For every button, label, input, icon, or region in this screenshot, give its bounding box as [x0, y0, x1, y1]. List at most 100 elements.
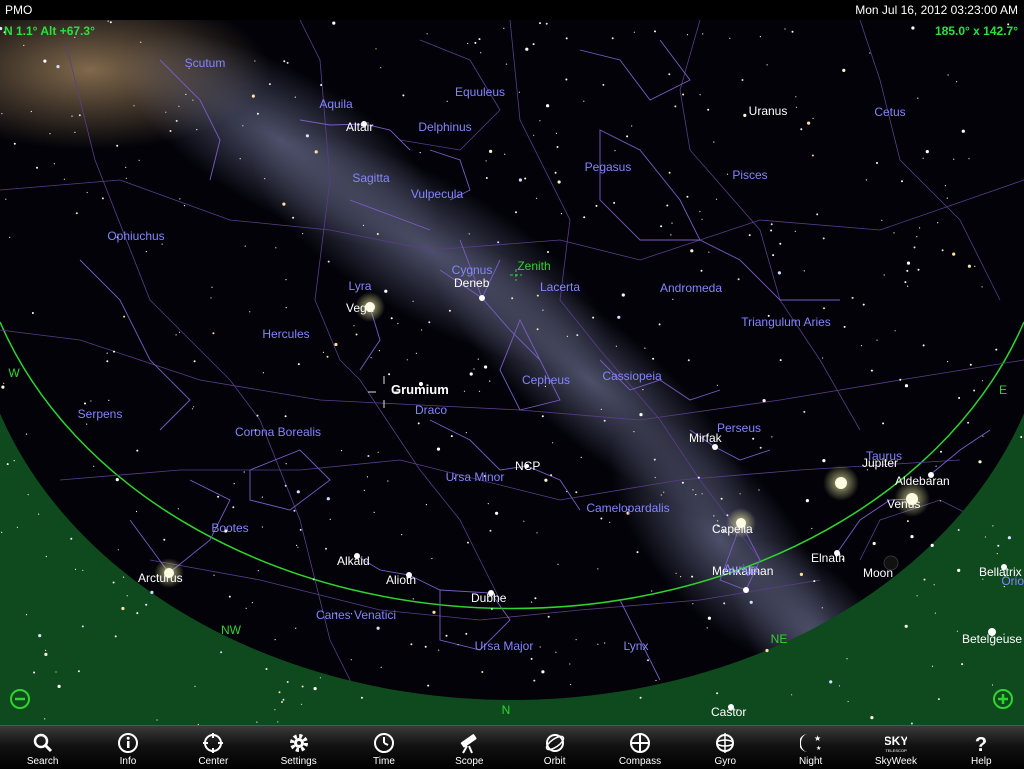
background-star — [937, 222, 939, 224]
background-star — [961, 129, 965, 133]
background-star — [803, 270, 805, 272]
constellation-label[interactable]: Orion — [1001, 574, 1024, 588]
toolbar-label: Search — [26, 756, 59, 767]
background-star — [25, 614, 28, 616]
background-star — [583, 216, 586, 219]
background-star — [3, 382, 5, 384]
constellation-label[interactable]: Ursa Major — [475, 639, 534, 653]
background-star — [125, 166, 127, 168]
background-star — [723, 602, 726, 605]
constellation-label[interactable]: Serpens — [78, 407, 123, 421]
compass-direction-label: NW — [221, 623, 242, 637]
constellation-label[interactable]: Draco — [415, 403, 447, 417]
toolbar-search-button[interactable]: Search — [0, 726, 85, 769]
background-star — [575, 491, 578, 494]
constellation-label[interactable]: Perseus — [717, 421, 761, 435]
background-star — [406, 359, 408, 361]
constellation-label[interactable]: Pisces — [732, 168, 767, 182]
constellation-label[interactable]: Sagitta — [352, 171, 390, 185]
toolbar-compass-button[interactable]: Compass — [597, 726, 682, 769]
toolbar-night-button[interactable]: ★ ★ Night — [768, 726, 853, 769]
constellation-label[interactable]: Cygnus — [452, 263, 493, 277]
toolbar-skyweek-button[interactable]: SKY&TELESCOPE SkyWeek — [853, 726, 938, 769]
background-star — [165, 111, 167, 113]
background-star — [196, 129, 198, 131]
sky-object[interactable]: Alioth — [386, 572, 416, 587]
background-star — [469, 372, 473, 376]
planet-label[interactable]: Uranus — [749, 104, 788, 118]
background-star — [876, 339, 878, 341]
status-bar: PMO Mon Jul 16, 2012 03:23:00 AM — [0, 0, 1024, 20]
background-star — [334, 342, 338, 347]
background-star — [779, 242, 782, 245]
background-star — [530, 601, 533, 603]
sky-object[interactable]: NCP — [515, 459, 540, 473]
constellation-label[interactable]: Equuleus — [455, 85, 505, 99]
background-star — [842, 68, 846, 72]
carrier-label: PMO — [5, 3, 33, 17]
background-star — [274, 709, 276, 711]
background-star — [829, 680, 833, 684]
background-star — [284, 415, 287, 418]
star-label: Arcturus — [138, 571, 183, 585]
toolbar-orbit-button[interactable]: Orbit — [512, 726, 597, 769]
constellation-label[interactable]: Lacerta — [540, 280, 580, 294]
toolbar-settings-button[interactable]: Settings — [256, 726, 341, 769]
toolbar-time-button[interactable]: Time — [341, 726, 426, 769]
background-star — [428, 321, 431, 324]
constellation-label[interactable]: Ursa Minor — [446, 470, 505, 484]
background-star — [283, 60, 286, 63]
background-star — [489, 380, 491, 382]
background-star — [156, 719, 158, 721]
background-star — [136, 449, 139, 452]
constellation-label[interactable]: Auriga — [724, 562, 759, 576]
constellation-label[interactable]: Camelopardalis — [586, 501, 669, 515]
constellation-label[interactable]: Taurus — [866, 449, 902, 463]
sky-object[interactable]: Altair — [346, 120, 373, 134]
background-star — [193, 360, 196, 363]
constellation-label[interactable]: Scutum — [185, 56, 226, 70]
constellation-label[interactable]: Bootes — [211, 521, 248, 535]
toolbar-help-button[interactable]: ? Help — [939, 726, 1024, 769]
constellation-label[interactable]: Andromeda — [660, 281, 722, 295]
background-star — [894, 330, 896, 332]
constellation-label[interactable]: Hercules — [262, 327, 309, 341]
sky-object[interactable]: Elnath — [811, 550, 845, 565]
constellation-label[interactable]: Pegasus — [585, 160, 632, 174]
background-star — [713, 141, 715, 143]
background-star — [256, 721, 258, 723]
sky-object[interactable]: Alkaid — [337, 553, 370, 568]
background-star — [480, 52, 482, 54]
background-star — [495, 511, 499, 515]
constellation-label[interactable]: Delphinus — [418, 120, 471, 134]
constellation-label[interactable]: Lyra — [349, 279, 372, 293]
constellation-label[interactable]: Aquila — [319, 97, 353, 111]
constellation-label[interactable]: Lynx — [624, 639, 649, 653]
constellation-label[interactable]: Corona Borealis — [235, 425, 321, 439]
sky-object[interactable]: Castor — [711, 704, 746, 719]
background-star — [274, 639, 276, 641]
constellation-label[interactable]: Cassiopeia — [602, 369, 662, 383]
toolbar-scope-button[interactable]: Scope — [427, 726, 512, 769]
background-star — [660, 494, 662, 496]
background-star — [415, 352, 417, 354]
background-star — [925, 150, 929, 154]
background-star — [952, 252, 956, 256]
constellation-label[interactable]: Cepheus — [522, 373, 570, 387]
sky-object[interactable]: Dubhe — [471, 590, 507, 605]
toolbar-gyro-button[interactable]: Gyro — [683, 726, 768, 769]
background-star — [312, 578, 315, 581]
toolbar-center-button[interactable]: Center — [171, 726, 256, 769]
constellation-label[interactable]: Vulpecula — [411, 187, 464, 201]
background-star — [816, 213, 819, 216]
sky-object[interactable]: Grumium — [391, 382, 449, 397]
background-star — [1, 385, 5, 389]
constellation-label[interactable]: Cetus — [874, 105, 905, 119]
constellation-label[interactable]: Ophiuchus — [107, 229, 164, 243]
background-star — [770, 229, 773, 232]
background-star — [870, 716, 874, 720]
constellation-label[interactable]: Triangulum Aries — [741, 315, 831, 329]
sky-chart[interactable]: AltairVegaDenebGrumiumNCPMirfakJupiterAl… — [0, 20, 1024, 725]
toolbar-info-button[interactable]: Info — [85, 726, 170, 769]
constellation-label[interactable]: Canes Venatici — [316, 608, 396, 622]
